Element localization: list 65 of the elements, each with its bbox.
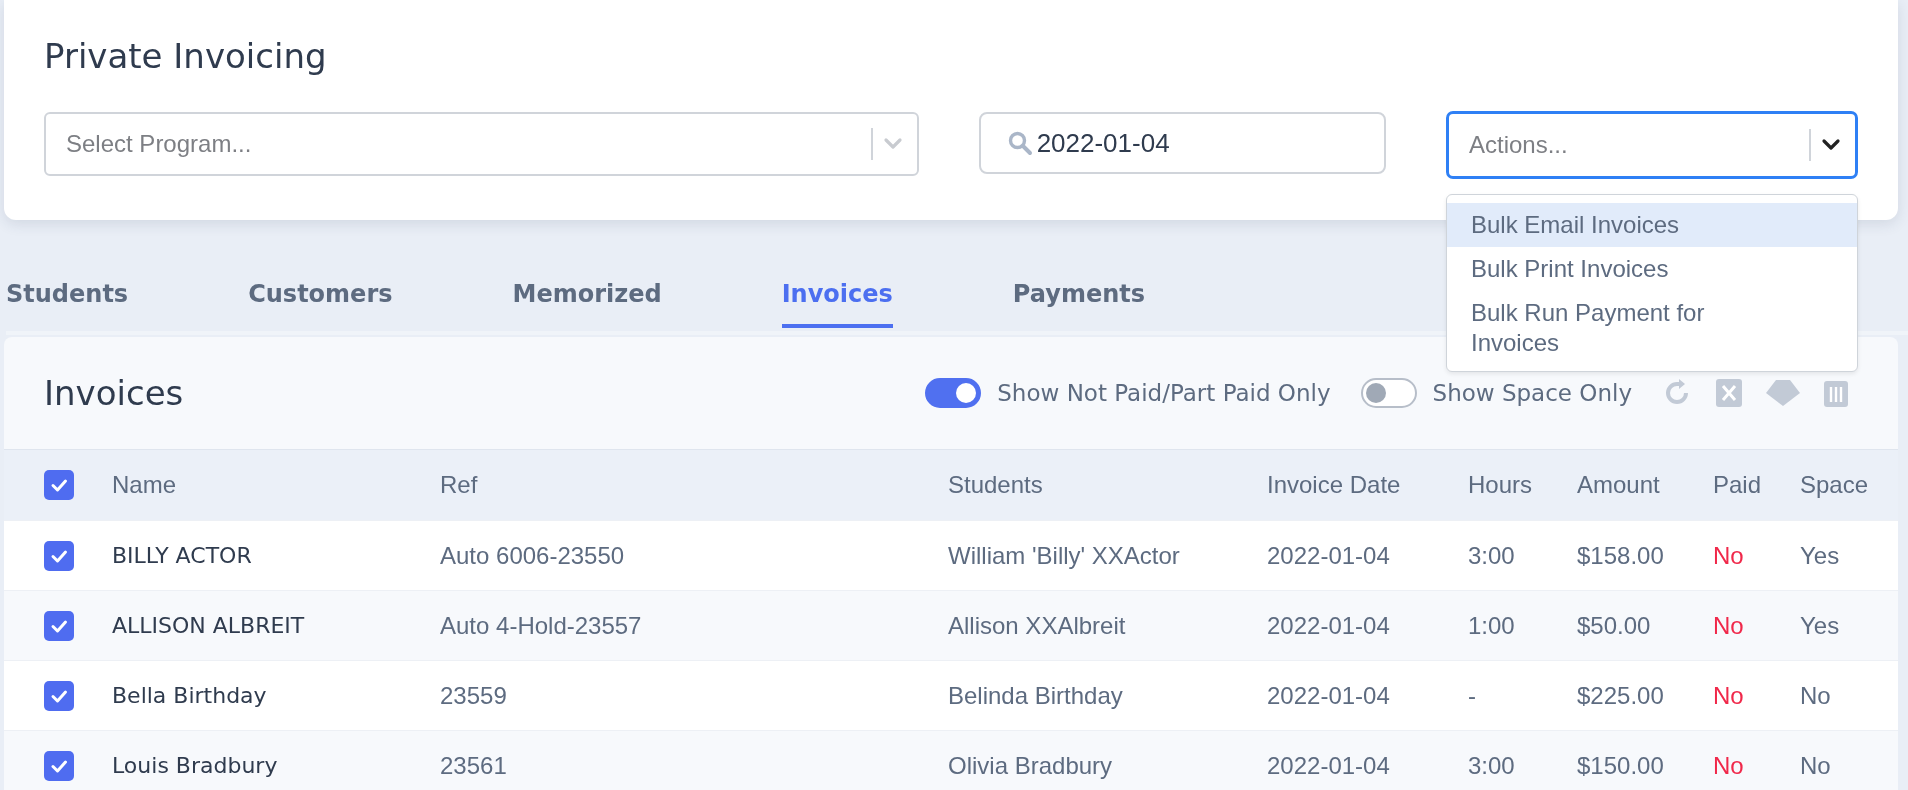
table-cell-text: William 'Billy' XXActor: [948, 541, 1181, 570]
table-cell-text: No: [1713, 751, 1745, 780]
tab[interactable]: Payments: [1012, 272, 1146, 328]
table-cell-text: No: [1713, 541, 1745, 570]
search-field[interactable]: 2022-01-04: [978, 112, 1386, 174]
toggle-label: Show Space Only: [1432, 380, 1632, 406]
table-cell-text: No: [1713, 611, 1745, 640]
column-header[interactable]: Invoice Date: [1267, 471, 1468, 499]
column-header[interactable]: Ref: [440, 471, 948, 499]
table-cell-text: Allison XXAlbreit: [948, 611, 1127, 640]
table-cell-text: 2022-01-04: [1267, 541, 1391, 570]
table-cell-text: Louis Bradbury: [112, 753, 279, 778]
search-icon: [1006, 130, 1033, 156]
table-cell-text: No: [1800, 681, 1832, 710]
column-header[interactable]: Name: [112, 471, 440, 499]
checkbox[interactable]: [44, 470, 74, 500]
table-cell-text: No: [1713, 681, 1745, 710]
actions-select[interactable]: Actions...: [1446, 111, 1858, 179]
toggle-switch[interactable]: [1360, 378, 1417, 408]
table-cell-text: 1:00: [1468, 611, 1516, 640]
column-header[interactable]: Amount: [1577, 471, 1713, 499]
table-cell-text: Yes: [1800, 611, 1841, 640]
tab[interactable]: Memorized: [512, 272, 662, 328]
panel-title: Invoices: [44, 373, 184, 413]
program-select[interactable]: Select Program...: [44, 112, 919, 176]
checkbox[interactable]: [44, 680, 74, 711]
checkbox[interactable]: [44, 540, 74, 571]
table-cell-text: ALLISON ALBREIT: [112, 613, 306, 638]
table-cell-text: 2022-01-04: [1267, 681, 1391, 710]
spreadsheet-icon: [1716, 379, 1742, 407]
table-cell-text: 23561: [440, 751, 508, 780]
table-cell-text: 23559: [440, 681, 508, 710]
table-cell-text: Bella Birthday: [112, 683, 268, 708]
page-title: Private Invoicing: [44, 35, 328, 78]
table-cell-text: 2022-01-04: [1267, 611, 1391, 640]
table-cell-text: Belinda Birthday: [948, 681, 1124, 710]
toggle-label: Show Not Paid/Part Paid Only: [997, 380, 1331, 406]
table-cell-text: Yes: [1800, 541, 1841, 570]
table-cell-text: 3:00: [1468, 541, 1516, 570]
toggle-switch[interactable]: [925, 378, 982, 408]
column-header[interactable]: Hours: [1468, 471, 1577, 499]
table-cell-text: No: [1800, 751, 1832, 780]
tab[interactable]: Invoices: [781, 272, 893, 328]
checkbox[interactable]: [44, 610, 74, 641]
table-cell-text: 2022-01-04: [1267, 751, 1391, 780]
table-cell-text: 3:00: [1468, 751, 1516, 780]
table-cell-text: $50.00: [1577, 611, 1652, 640]
column-header[interactable]: Paid: [1713, 471, 1800, 499]
trash-icon: [1824, 379, 1848, 407]
menu-item[interactable]: Bulk Print Invoices: [1447, 247, 1857, 291]
table-cell-text: Auto 6006-23550: [440, 541, 626, 570]
table-cell-text: Auto 4-Hold-23557: [440, 611, 643, 640]
menu-item[interactable]: Bulk Email Invoices: [1447, 203, 1857, 247]
tab[interactable]: Customers: [248, 272, 393, 328]
table-cell-text: BILLY ACTOR: [112, 543, 253, 568]
table-cell-text: -: [1468, 681, 1477, 710]
menu-item[interactable]: Bulk Run Payment for Invoices: [1447, 291, 1857, 365]
column-header[interactable]: Space: [1800, 471, 1898, 499]
table-cell-text: $225.00: [1577, 681, 1665, 710]
checkbox[interactable]: [44, 750, 74, 781]
table-cell-text: $158.00: [1577, 541, 1665, 570]
table-cell-text: $150.00: [1577, 751, 1665, 780]
table-cell-text: Olivia Bradbury: [948, 751, 1114, 780]
tab[interactable]: Students: [6, 272, 129, 328]
column-header[interactable]: Students: [948, 471, 1267, 499]
